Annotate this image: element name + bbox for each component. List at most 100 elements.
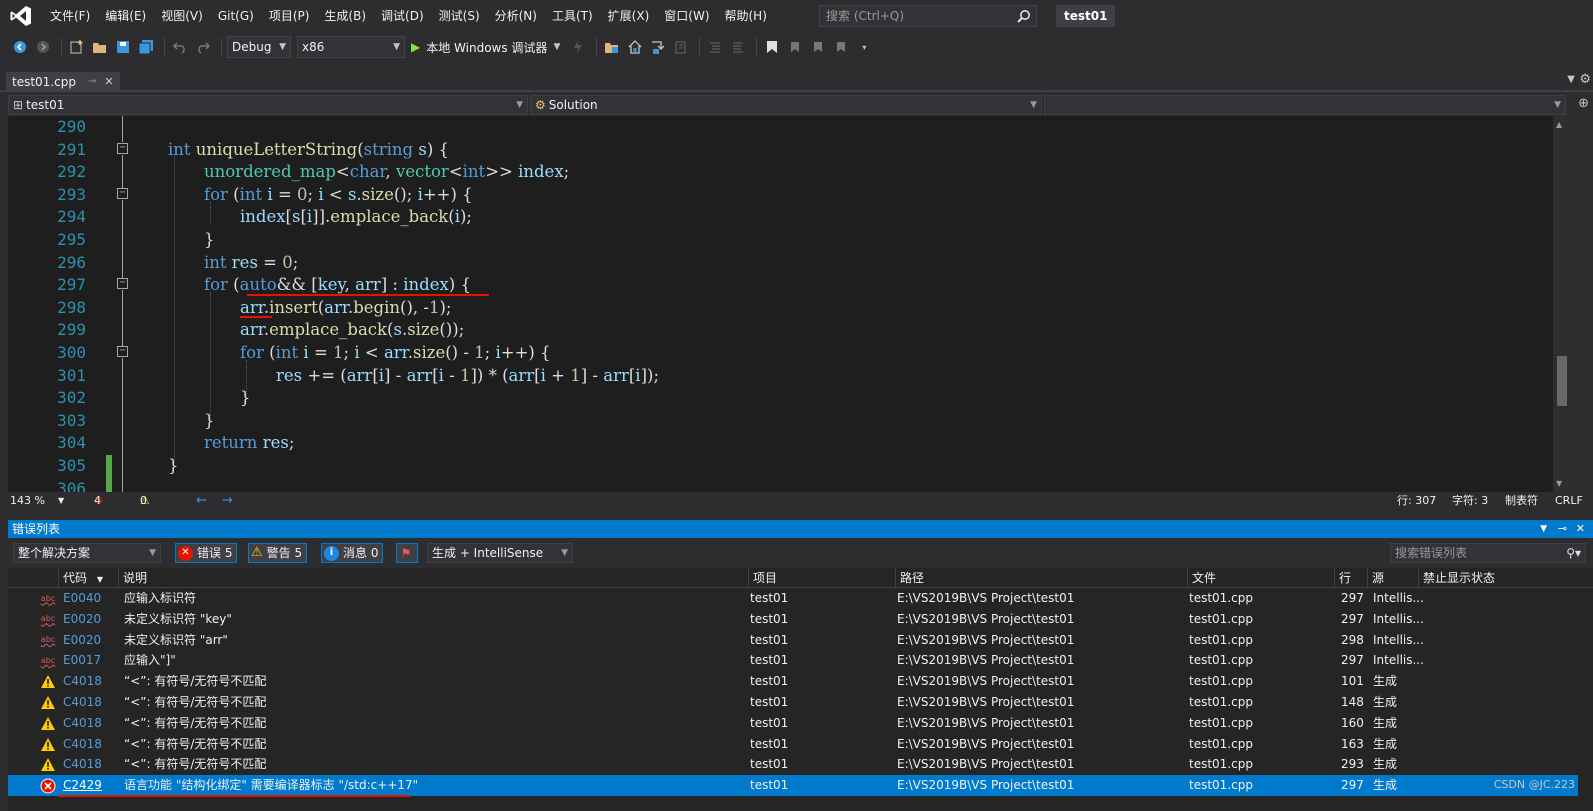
collapse-icon[interactable]: − [117, 346, 128, 357]
menu-view[interactable]: 视图(V) [155, 4, 209, 28]
collapse-icon[interactable]: − [117, 188, 128, 199]
error-code[interactable]: E0020 [63, 630, 101, 651]
clear-bookmarks-icon[interactable] [831, 37, 851, 57]
type-scope-select[interactable]: ⚙ Solution ▼ [530, 95, 1042, 115]
solution-explorer-icon[interactable] [602, 37, 622, 57]
line-ending[interactable]: CRLF [1555, 492, 1583, 510]
navigate-forward-icon[interactable] [33, 37, 53, 57]
menu-build[interactable]: 生成(B) [318, 4, 372, 28]
open-file-icon[interactable] [90, 37, 110, 57]
scroll-up-icon[interactable]: ▲ [1556, 120, 1562, 129]
bookmark-icon[interactable] [762, 37, 782, 57]
menu-git[interactable]: Git(G) [212, 4, 260, 28]
previous-bookmark-icon[interactable] [785, 37, 805, 57]
menu-analyze[interactable]: 分析(N) [489, 4, 543, 28]
column-header-description[interactable]: 说明 [118, 568, 748, 588]
menu-test[interactable]: 测试(S) [433, 4, 486, 28]
undo-icon[interactable] [170, 37, 190, 57]
code-editor[interactable]: 290 291 292 293 294 295 296 297 298 299 … [8, 116, 1573, 492]
new-project-icon[interactable] [67, 37, 87, 57]
menu-extensions[interactable]: 扩展(X) [602, 4, 656, 28]
save-icon[interactable] [113, 37, 133, 57]
menu-help[interactable]: 帮助(H) [719, 4, 773, 28]
column-header-line[interactable]: 行 [1334, 568, 1367, 588]
collapse-icon[interactable]: − [117, 143, 128, 154]
home-icon[interactable] [625, 37, 645, 57]
error-list-row[interactable]: C2429 语言功能 "结构化绑定" 需要编译器标志 "/std:c++17" te… [8, 775, 1578, 796]
error-scope-select[interactable]: 整个解决方案 ▼ [13, 543, 161, 563]
error-list-search-input[interactable]: 搜索错误列表 ⚲▾ [1390, 543, 1586, 563]
error-code[interactable]: C4018 [63, 692, 102, 713]
messages-filter-button[interactable]: i 消息 0 [321, 543, 384, 563]
error-code[interactable]: C4018 [63, 713, 102, 734]
pin-icon[interactable]: ⊸ [88, 72, 96, 92]
next-issue-icon[interactable]: → [222, 492, 233, 510]
indent-mode[interactable]: 制表符 [1505, 492, 1538, 510]
error-code[interactable]: E0017 [63, 650, 101, 671]
window-menu-icon[interactable]: ▼ [1540, 520, 1547, 538]
editor-vertical-scrollbar[interactable]: ▲ ▼ [1553, 116, 1573, 492]
column-header-code[interactable]: 代码 ▼ [58, 568, 118, 588]
menu-file[interactable]: 文件(F) [44, 4, 96, 28]
error-code[interactable]: C4018 [63, 671, 102, 692]
menu-edit[interactable]: 编辑(E) [99, 4, 152, 28]
hot-reload-icon[interactable] [568, 37, 588, 57]
error-list-row[interactable]: abc E0020 未定义标识符 "key" test01 E:\VS2019B\VS … [8, 609, 1578, 630]
next-bookmark-icon[interactable] [808, 37, 828, 57]
error-list-row[interactable]: C4018 “<”: 有符号/无符号不匹配 test01 E:\VS2019B\VS … [8, 671, 1578, 692]
menu-project[interactable]: 项目(P) [263, 4, 316, 28]
solution-platform-select[interactable]: x86 ▼ [297, 36, 405, 58]
chevron-down-icon[interactable]: ▼ [58, 492, 64, 510]
save-all-icon[interactable] [136, 37, 156, 57]
solution-config-select[interactable]: Debug ▼ [227, 36, 291, 58]
comment-lines-icon[interactable] [705, 37, 725, 57]
errors-filter-button[interactable]: ✕ 错误 5 [175, 543, 238, 563]
tab-test01-cpp[interactable]: test01.cpp ⊸ ✕ [6, 72, 120, 92]
collapse-icon[interactable]: − [117, 278, 128, 289]
menu-window[interactable]: 窗口(W) [658, 4, 715, 28]
project-scope-select[interactable]: ⊞ test01 ▼ [8, 95, 528, 115]
warnings-filter-button[interactable]: ⚠ 警告 5 [248, 543, 308, 563]
gear-icon[interactable]: ⚙ [1579, 72, 1591, 87]
column-header-project[interactable]: 项目 [748, 568, 895, 588]
error-code[interactable]: C4018 [63, 754, 102, 775]
pin-icon[interactable]: ⊸ [1558, 520, 1567, 538]
close-icon[interactable]: ✕ [1576, 520, 1585, 538]
search-icon[interactable]: ⚲▾ [1566, 544, 1581, 562]
column-header-file[interactable]: 文件 [1187, 568, 1334, 588]
error-list-row[interactable]: abc E0017 应输入"]" test01 E:\VS2019B\VS Projec… [8, 650, 1578, 671]
start-debugging-button[interactable]: ▶ 本地 Windows 调试器 ▼ [411, 36, 560, 58]
previous-issue-icon[interactable]: ← [196, 492, 207, 510]
error-list-row[interactable]: abc E0040 应输入标识符 test01 E:\VS2019B\VS Projec… [8, 588, 1578, 609]
build-source-select[interactable]: 生成 + IntelliSense ▼ [427, 543, 573, 563]
step-out-icon[interactable] [671, 37, 691, 57]
navigate-back-icon[interactable] [10, 37, 30, 57]
error-list-row[interactable]: C4018 “<”: 有符号/无符号不匹配 test01 E:\VS2019B\VS … [8, 713, 1578, 734]
step-into-icon[interactable] [648, 37, 668, 57]
close-icon[interactable]: ✕ [104, 72, 113, 92]
scroll-down-icon[interactable]: ▼ [1556, 479, 1562, 488]
error-list-row[interactable]: abc E0020 未定义标识符 "arr" test01 E:\VS2019B\VS … [8, 630, 1578, 651]
filter-toggle-button[interactable]: ⚑ [396, 543, 418, 563]
member-scope-select[interactable]: ▼ [1044, 95, 1566, 115]
zoom-level[interactable]: 143 % [10, 492, 45, 510]
column-header-path[interactable]: 路径 [895, 568, 1187, 588]
column-header-source[interactable]: 源 [1367, 568, 1418, 588]
error-code[interactable]: E0020 [63, 609, 101, 630]
error-list-row[interactable]: C4018 “<”: 有符号/无符号不匹配 test01 E:\VS2019B\VS … [8, 692, 1578, 713]
error-list-row[interactable]: C4018 “<”: 有符号/无符号不匹配 test01 E:\VS2019B\VS … [8, 754, 1578, 775]
split-window-icon[interactable]: ⊕ [1578, 96, 1589, 111]
error-code[interactable]: C4018 [63, 734, 102, 755]
error-code[interactable]: C2429 [63, 775, 102, 796]
error-code[interactable]: E0040 [63, 588, 101, 609]
menu-debug[interactable]: 调试(D) [375, 4, 430, 28]
menu-tools[interactable]: 工具(T) [546, 4, 599, 28]
quick-search-input[interactable]: 搜索 (Ctrl+Q) [819, 5, 1037, 27]
scrollbar-thumb[interactable] [1557, 356, 1567, 406]
error-list-row[interactable]: C4018 “<”: 有符号/无符号不匹配 test01 E:\VS2019B\VS … [8, 734, 1578, 755]
tab-overflow-icon[interactable]: ▼ [1567, 74, 1575, 85]
redo-icon[interactable] [193, 37, 213, 57]
search-icon[interactable] [1017, 9, 1031, 29]
uncomment-lines-icon[interactable] [728, 37, 748, 57]
column-header-suppression-state[interactable]: 禁止显示状态 [1418, 568, 1563, 588]
